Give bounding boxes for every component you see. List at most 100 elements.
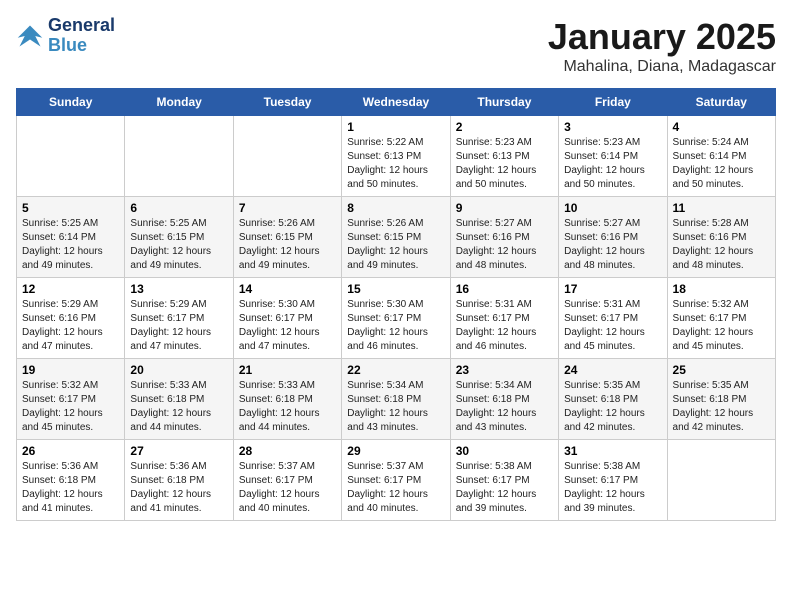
week-row-2: 5Sunrise: 5:25 AM Sunset: 6:14 PM Daylig… bbox=[17, 197, 776, 278]
day-number: 13 bbox=[130, 282, 227, 296]
day-number: 19 bbox=[22, 363, 119, 377]
calendar-body: 1Sunrise: 5:22 AM Sunset: 6:13 PM Daylig… bbox=[17, 116, 776, 521]
logo-text: General Blue bbox=[48, 16, 115, 56]
calendar-cell: 27Sunrise: 5:36 AM Sunset: 6:18 PM Dayli… bbox=[125, 440, 233, 521]
day-info: Sunrise: 5:24 AM Sunset: 6:14 PM Dayligh… bbox=[673, 136, 770, 192]
day-number: 23 bbox=[456, 363, 553, 377]
day-number: 17 bbox=[564, 282, 661, 296]
day-number: 28 bbox=[239, 444, 336, 458]
day-info: Sunrise: 5:27 AM Sunset: 6:16 PM Dayligh… bbox=[456, 217, 553, 273]
day-info: Sunrise: 5:37 AM Sunset: 6:17 PM Dayligh… bbox=[239, 460, 336, 516]
day-info: Sunrise: 5:27 AM Sunset: 6:16 PM Dayligh… bbox=[564, 217, 661, 273]
calendar-cell: 19Sunrise: 5:32 AM Sunset: 6:17 PM Dayli… bbox=[17, 359, 125, 440]
day-info: Sunrise: 5:34 AM Sunset: 6:18 PM Dayligh… bbox=[347, 379, 444, 435]
day-number: 16 bbox=[456, 282, 553, 296]
calendar-header: Sunday Monday Tuesday Wednesday Thursday… bbox=[17, 89, 776, 116]
day-info: Sunrise: 5:29 AM Sunset: 6:16 PM Dayligh… bbox=[22, 298, 119, 354]
day-number: 5 bbox=[22, 201, 119, 215]
day-number: 9 bbox=[456, 201, 553, 215]
day-info: Sunrise: 5:29 AM Sunset: 6:17 PM Dayligh… bbox=[130, 298, 227, 354]
calendar-cell: 13 Sunrise: 5:29 AM Sunset: 6:17 PM Dayli… bbox=[125, 278, 233, 359]
calendar-cell: 5Sunrise: 5:25 AM Sunset: 6:14 PM Daylig… bbox=[17, 197, 125, 278]
calendar-cell: 14 Sunrise: 5:30 AM Sunset: 6:17 PM Dayli… bbox=[233, 278, 341, 359]
day-number: 22 bbox=[347, 363, 444, 377]
day-number: 7 bbox=[239, 201, 336, 215]
day-number: 30 bbox=[456, 444, 553, 458]
day-info: Sunrise: 5:26 AM Sunset: 6:15 PM Dayligh… bbox=[347, 217, 444, 273]
calendar-cell: 8Sunrise: 5:26 AM Sunset: 6:15 PM Daylig… bbox=[342, 197, 450, 278]
day-info: Sunrise: 5:37 AM Sunset: 6:17 PM Dayligh… bbox=[347, 460, 444, 516]
day-number: 1 bbox=[347, 120, 444, 134]
calendar-cell: 31Sunrise: 5:38 AM Sunset: 6:17 PM Dayli… bbox=[559, 440, 667, 521]
calendar-cell: 25 Sunrise: 5:35 AM Sunset: 6:18 PM Dayli… bbox=[667, 359, 775, 440]
day-info: Sunrise: 5:30 AM Sunset: 6:17 PM Dayligh… bbox=[239, 298, 336, 354]
title-block: January 2025 Mahalina, Diana, Madagascar bbox=[548, 16, 776, 76]
header-row: Sunday Monday Tuesday Wednesday Thursday… bbox=[17, 89, 776, 116]
header-saturday: Saturday bbox=[667, 89, 775, 116]
calendar-cell: 4 Sunrise: 5:24 AM Sunset: 6:14 PM Daylig… bbox=[667, 116, 775, 197]
calendar-cell: 10 Sunrise: 5:27 AM Sunset: 6:16 PM Dayli… bbox=[559, 197, 667, 278]
calendar-cell: 1Sunrise: 5:22 AM Sunset: 6:13 PM Daylig… bbox=[342, 116, 450, 197]
logo-icon bbox=[16, 22, 44, 50]
header-friday: Friday bbox=[559, 89, 667, 116]
header-tuesday: Tuesday bbox=[233, 89, 341, 116]
calendar-cell: 26 Sunrise: 5:36 AM Sunset: 6:18 PM Dayli… bbox=[17, 440, 125, 521]
calendar-cell: 15 Sunrise: 5:30 AM Sunset: 6:17 PM Dayli… bbox=[342, 278, 450, 359]
page-header: General Blue January 2025 Mahalina, Dian… bbox=[16, 16, 776, 76]
week-row-3: 12Sunrise: 5:29 AM Sunset: 6:16 PM Dayli… bbox=[17, 278, 776, 359]
day-number: 6 bbox=[130, 201, 227, 215]
calendar-cell: 30 Sunrise: 5:38 AM Sunset: 6:17 PM Dayli… bbox=[450, 440, 558, 521]
calendar-cell: 11 Sunrise: 5:28 AM Sunset: 6:16 PM Dayli… bbox=[667, 197, 775, 278]
calendar-cell: 7Sunrise: 5:26 AM Sunset: 6:15 PM Daylig… bbox=[233, 197, 341, 278]
day-number: 4 bbox=[673, 120, 770, 134]
header-sunday: Sunday bbox=[17, 89, 125, 116]
calendar-cell: 22 Sunrise: 5:34 AM Sunset: 6:18 PM Dayli… bbox=[342, 359, 450, 440]
day-number: 14 bbox=[239, 282, 336, 296]
day-number: 21 bbox=[239, 363, 336, 377]
calendar-cell: 20 Sunrise: 5:33 AM Sunset: 6:18 PM Dayli… bbox=[125, 359, 233, 440]
calendar-cell: 2 Sunrise: 5:23 AM Sunset: 6:13 PM Daylig… bbox=[450, 116, 558, 197]
day-info: Sunrise: 5:23 AM Sunset: 6:13 PM Dayligh… bbox=[456, 136, 553, 192]
day-number: 15 bbox=[347, 282, 444, 296]
calendar-cell: 29 Sunrise: 5:37 AM Sunset: 6:17 PM Dayli… bbox=[342, 440, 450, 521]
calendar-cell: 9 Sunrise: 5:27 AM Sunset: 6:16 PM Daylig… bbox=[450, 197, 558, 278]
calendar-cell: 17 Sunrise: 5:31 AM Sunset: 6:17 PM Dayli… bbox=[559, 278, 667, 359]
day-info: Sunrise: 5:35 AM Sunset: 6:18 PM Dayligh… bbox=[673, 379, 770, 435]
month-title: January 2025 bbox=[548, 16, 776, 58]
calendar-cell: 18Sunrise: 5:32 AM Sunset: 6:17 PM Dayli… bbox=[667, 278, 775, 359]
header-wednesday: Wednesday bbox=[342, 89, 450, 116]
calendar-cell: 28 Sunrise: 5:37 AM Sunset: 6:17 PM Dayli… bbox=[233, 440, 341, 521]
day-number: 2 bbox=[456, 120, 553, 134]
day-number: 10 bbox=[564, 201, 661, 215]
week-row-5: 26 Sunrise: 5:36 AM Sunset: 6:18 PM Dayli… bbox=[17, 440, 776, 521]
day-info: Sunrise: 5:31 AM Sunset: 6:17 PM Dayligh… bbox=[564, 298, 661, 354]
day-info: Sunrise: 5:30 AM Sunset: 6:17 PM Dayligh… bbox=[347, 298, 444, 354]
day-info: Sunrise: 5:23 AM Sunset: 6:14 PM Dayligh… bbox=[564, 136, 661, 192]
day-info: Sunrise: 5:38 AM Sunset: 6:17 PM Dayligh… bbox=[564, 460, 661, 516]
day-number: 3 bbox=[564, 120, 661, 134]
calendar-cell: 24Sunrise: 5:35 AM Sunset: 6:18 PM Dayli… bbox=[559, 359, 667, 440]
week-row-4: 19Sunrise: 5:32 AM Sunset: 6:17 PM Dayli… bbox=[17, 359, 776, 440]
day-number: 29 bbox=[347, 444, 444, 458]
calendar-cell: 12Sunrise: 5:29 AM Sunset: 6:16 PM Dayli… bbox=[17, 278, 125, 359]
day-number: 26 bbox=[22, 444, 119, 458]
day-info: Sunrise: 5:36 AM Sunset: 6:18 PM Dayligh… bbox=[22, 460, 119, 516]
location-subtitle: Mahalina, Diana, Madagascar bbox=[548, 58, 776, 76]
day-number: 11 bbox=[673, 201, 770, 215]
calendar-cell: 6 Sunrise: 5:25 AM Sunset: 6:15 PM Daylig… bbox=[125, 197, 233, 278]
day-info: Sunrise: 5:38 AM Sunset: 6:17 PM Dayligh… bbox=[456, 460, 553, 516]
header-thursday: Thursday bbox=[450, 89, 558, 116]
day-info: Sunrise: 5:31 AM Sunset: 6:17 PM Dayligh… bbox=[456, 298, 553, 354]
calendar-cell bbox=[125, 116, 233, 197]
calendar-cell: 16 Sunrise: 5:31 AM Sunset: 6:17 PM Dayli… bbox=[450, 278, 558, 359]
day-info: Sunrise: 5:28 AM Sunset: 6:16 PM Dayligh… bbox=[673, 217, 770, 273]
day-info: Sunrise: 5:32 AM Sunset: 6:17 PM Dayligh… bbox=[673, 298, 770, 354]
week-row-1: 1Sunrise: 5:22 AM Sunset: 6:13 PM Daylig… bbox=[17, 116, 776, 197]
day-info: Sunrise: 5:25 AM Sunset: 6:15 PM Dayligh… bbox=[130, 217, 227, 273]
day-info: Sunrise: 5:33 AM Sunset: 6:18 PM Dayligh… bbox=[130, 379, 227, 435]
header-monday: Monday bbox=[125, 89, 233, 116]
day-number: 25 bbox=[673, 363, 770, 377]
calendar-cell: 21Sunrise: 5:33 AM Sunset: 6:18 PM Dayli… bbox=[233, 359, 341, 440]
logo: General Blue bbox=[16, 16, 115, 56]
day-number: 20 bbox=[130, 363, 227, 377]
